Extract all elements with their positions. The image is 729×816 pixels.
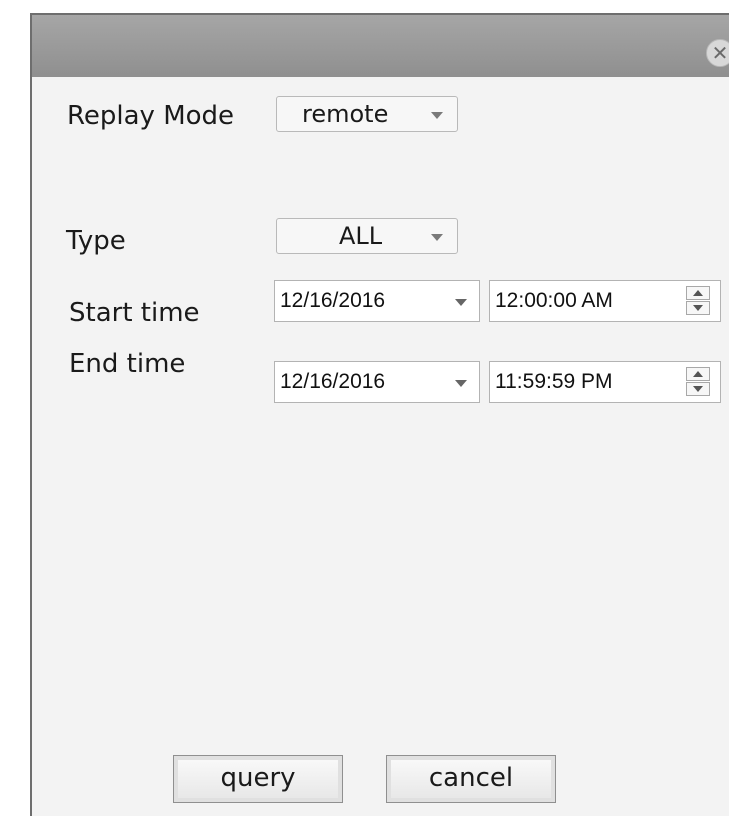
start-date-value: 12/16/2016 bbox=[280, 289, 386, 312]
chevron-down-icon[interactable] bbox=[455, 380, 467, 387]
end-time-value: 11:59:59 PM bbox=[495, 370, 613, 393]
close-icon[interactable]: ✕ bbox=[706, 39, 729, 67]
spin-down-button[interactable] bbox=[686, 301, 710, 315]
replay-mode-label: Replay Mode bbox=[67, 101, 235, 131]
start-time-value: 12:00:00 AM bbox=[495, 289, 613, 312]
spin-down-button[interactable] bbox=[686, 382, 710, 396]
spin-up-button[interactable] bbox=[686, 367, 710, 381]
type-select[interactable]: ALL bbox=[276, 218, 458, 254]
arrow-down-icon bbox=[693, 386, 703, 392]
start-time-spinner bbox=[686, 286, 710, 316]
replay-mode-value: remote bbox=[302, 100, 389, 128]
title-bar: ✕ bbox=[32, 15, 729, 77]
replay-dialog: ✕ bbox=[30, 13, 729, 816]
replay-mode-select[interactable]: remote bbox=[276, 96, 458, 132]
end-time-spinner bbox=[686, 367, 710, 397]
chevron-down-icon bbox=[431, 112, 443, 119]
start-time-field[interactable]: 12:00:00 AM bbox=[489, 280, 721, 322]
type-value: ALL bbox=[339, 222, 383, 250]
arrow-up-icon bbox=[693, 290, 703, 296]
end-date-picker[interactable]: 12/16/2016 bbox=[274, 361, 480, 403]
start-date-picker[interactable]: 12/16/2016 bbox=[274, 280, 480, 322]
query-button[interactable]: query bbox=[173, 755, 343, 803]
cancel-button[interactable]: cancel bbox=[386, 755, 556, 803]
chevron-down-icon[interactable] bbox=[455, 299, 467, 306]
start-time-label: Start time bbox=[69, 298, 200, 328]
end-time-field[interactable]: 11:59:59 PM bbox=[489, 361, 721, 403]
end-time-label: End time bbox=[69, 349, 186, 379]
arrow-up-icon bbox=[693, 371, 703, 377]
end-date-value: 12/16/2016 bbox=[280, 370, 386, 393]
chevron-down-icon bbox=[431, 234, 443, 241]
arrow-down-icon bbox=[693, 305, 703, 311]
spin-up-button[interactable] bbox=[686, 286, 710, 300]
type-label: Type bbox=[66, 226, 126, 256]
